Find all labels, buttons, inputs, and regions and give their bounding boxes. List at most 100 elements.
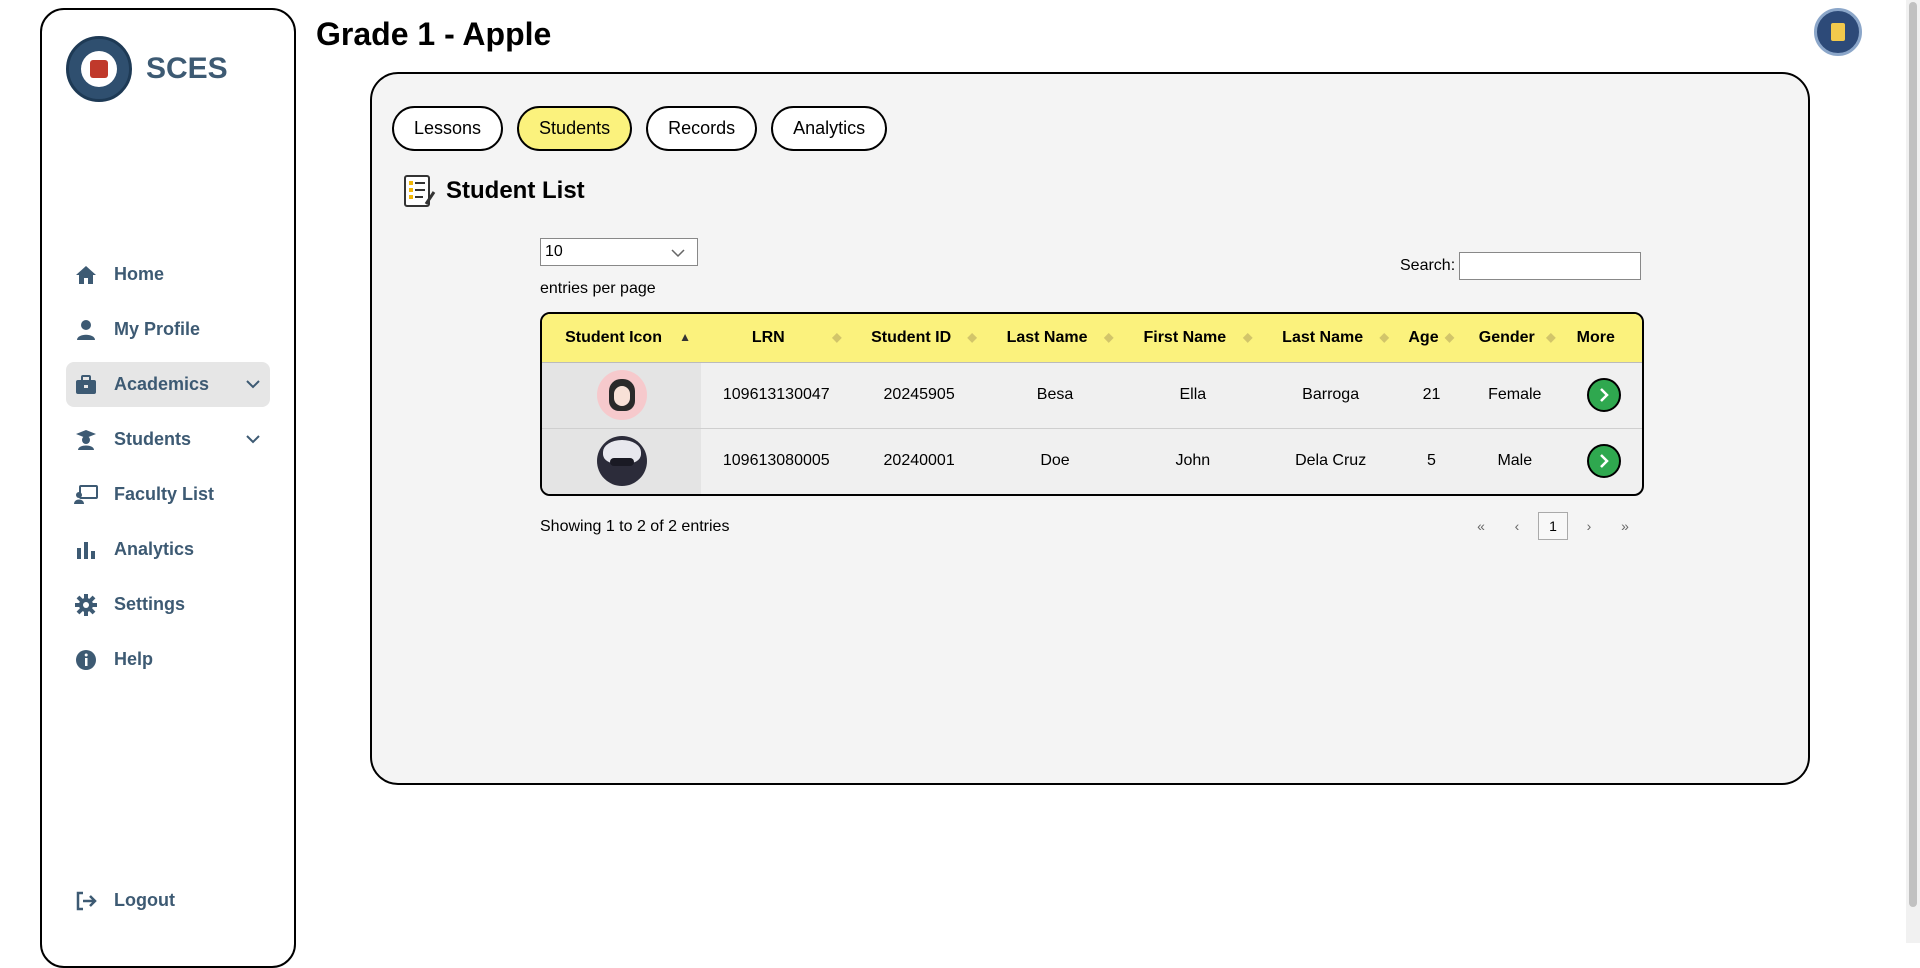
main-panel: Lessons Students Records Analytics Stude… — [370, 72, 1810, 785]
sidebar-item-my-profile[interactable]: My Profile — [66, 307, 270, 352]
home-icon — [74, 263, 98, 287]
user-icon — [74, 318, 98, 342]
sort-icon: ◆ — [1546, 330, 1556, 344]
search-label: Search: — [1400, 257, 1456, 274]
sidebar-item-academics[interactable]: Academics — [66, 362, 270, 407]
last-name-cell: Doe — [1040, 452, 1070, 470]
lrn-cell: 109613080005 — [722, 452, 830, 470]
tab-bar: Lessons Students Records Analytics — [392, 106, 901, 151]
brand-name: SCES — [146, 52, 228, 85]
sort-icon: ◆ — [832, 330, 842, 344]
page-title: Grade 1 - Apple — [316, 16, 552, 52]
column-header-gender[interactable]: Gender ◆ — [1464, 314, 1566, 363]
sidebar-item-settings[interactable]: Settings — [66, 582, 270, 627]
entries-per-page-select[interactable]: 10 — [540, 238, 698, 266]
column-header-lrn[interactable]: LRN ◆ — [701, 314, 852, 363]
table-info: Showing 1 to 2 of 2 entries — [540, 518, 730, 535]
search-box: Search: — [1400, 252, 1642, 280]
sidebar-item-label: Home — [114, 264, 165, 284]
tab-records[interactable]: Records — [646, 106, 758, 151]
chevron-right-icon — [1599, 388, 1609, 402]
logout-icon — [74, 889, 98, 913]
graduate-icon — [74, 428, 98, 452]
sidebar-item-label: Academics — [114, 374, 210, 394]
student-id-cell: 20245905 — [851, 362, 987, 429]
sidebar-item-analytics[interactable]: Analytics — [66, 527, 270, 572]
profile-avatar[interactable] — [1814, 8, 1862, 56]
column-header-last-name[interactable]: Last Name ◆ — [986, 314, 1124, 363]
tab-students[interactable]: Students — [517, 106, 633, 151]
student-icon-cell — [542, 362, 702, 429]
page-last-button[interactable]: » — [1610, 512, 1640, 540]
checklist-icon — [402, 174, 436, 208]
gender-cell: Male — [1497, 452, 1533, 470]
column-header-student-icon[interactable]: Student Icon ▲ — [542, 314, 702, 363]
sort-icon: ◆ — [1444, 330, 1455, 344]
chevron-down-icon — [671, 245, 685, 263]
page-next-button[interactable]: › — [1574, 512, 1604, 540]
teacher-board-icon — [74, 483, 98, 507]
sidebar-nav: Home My Profile Academics Students Facul… — [66, 252, 270, 692]
sidebar-item-label: Analytics — [114, 539, 195, 559]
search-input[interactable] — [1459, 252, 1642, 280]
tab-analytics[interactable]: Analytics — [771, 106, 888, 151]
gear-icon — [74, 593, 98, 617]
student-icon-cell — [542, 428, 702, 494]
last-name-cell: Besa — [986, 362, 1124, 429]
brand[interactable]: SCES — [66, 36, 228, 102]
tab-lessons[interactable]: Lessons — [392, 106, 504, 151]
entries-label: entries per page — [540, 280, 656, 297]
student-table: Student Icon ▲ LRN ◆ Student ID ◆ Last Name… — [540, 312, 1644, 496]
more-button[interactable] — [1586, 444, 1621, 479]
school-logo — [66, 36, 132, 102]
table-row: 109613130047 20245905 Besa Ella Barroga … — [542, 362, 1642, 429]
sidebar-item-label: Faculty List — [114, 484, 215, 504]
logout-button[interactable]: Logout — [66, 878, 270, 923]
column-header-student-id[interactable]: Student ID ◆ — [851, 314, 987, 363]
page-current-button[interactable]: 1 — [1538, 512, 1568, 540]
sort-asc-icon: ▲ — [679, 330, 692, 344]
sidebar-item-home[interactable]: Home — [66, 252, 270, 297]
more-cell — [1566, 428, 1642, 494]
sidebar-item-label: My Profile — [114, 319, 201, 339]
more-button[interactable] — [1586, 378, 1621, 412]
table-row: 109613080005 20240001 Doe John Dela Cruz… — [542, 428, 1642, 494]
bar-chart-icon — [74, 538, 98, 562]
sidebar-item-label: Students — [114, 429, 192, 449]
first-name-cell: John — [1175, 452, 1211, 470]
page-prev-button[interactable]: ‹ — [1502, 512, 1532, 540]
column-header-last-name-2[interactable]: Last Name ◆ — [1262, 314, 1399, 363]
student-id-cell: 20240001 — [883, 452, 955, 470]
lrn-cell: 109613130047 — [701, 362, 852, 429]
chevron-down-icon — [246, 376, 260, 394]
column-header-age[interactable]: Age ◆ — [1398, 314, 1465, 363]
scrollbar-thumb[interactable] — [1909, 2, 1917, 907]
student-avatar — [596, 436, 647, 487]
sidebar-item-faculty-list[interactable]: Faculty List — [66, 472, 270, 517]
section-title: Student List — [446, 177, 585, 204]
last-name-2-cell: Barroga — [1262, 362, 1399, 429]
last-name-2-cell: Dela Cruz — [1295, 452, 1367, 470]
column-header-first-name[interactable]: First Name ◆ — [1123, 314, 1263, 363]
sidebar-item-label: Settings — [114, 594, 186, 614]
sort-icon: ◆ — [967, 330, 977, 344]
section-header: Student List — [402, 174, 585, 208]
sidebar-item-label: Help — [114, 649, 154, 669]
sidebar-item-students[interactable]: Students — [66, 417, 270, 462]
page-first-button[interactable]: « — [1466, 512, 1496, 540]
chevron-right-icon — [1599, 454, 1609, 469]
entries-value: 10 — [545, 243, 563, 260]
sort-icon: ◆ — [1379, 330, 1389, 344]
gender-cell: Female — [1464, 362, 1566, 429]
age-cell: 5 — [1427, 452, 1436, 470]
sidebar-item-help[interactable]: Help — [66, 637, 270, 682]
info-icon — [74, 648, 98, 672]
sort-icon: ◆ — [1104, 330, 1114, 344]
pagination: « ‹ 1 › » — [1460, 512, 1640, 540]
sort-icon: ◆ — [1243, 330, 1253, 344]
first-name-cell: Ella — [1123, 362, 1263, 429]
column-header-more: More — [1565, 314, 1642, 363]
page-scrollbar[interactable] — [1906, 0, 1920, 943]
table-header-row: Student Icon ▲ LRN ◆ Student ID ◆ Last Name… — [542, 314, 1642, 363]
more-cell — [1565, 362, 1642, 429]
